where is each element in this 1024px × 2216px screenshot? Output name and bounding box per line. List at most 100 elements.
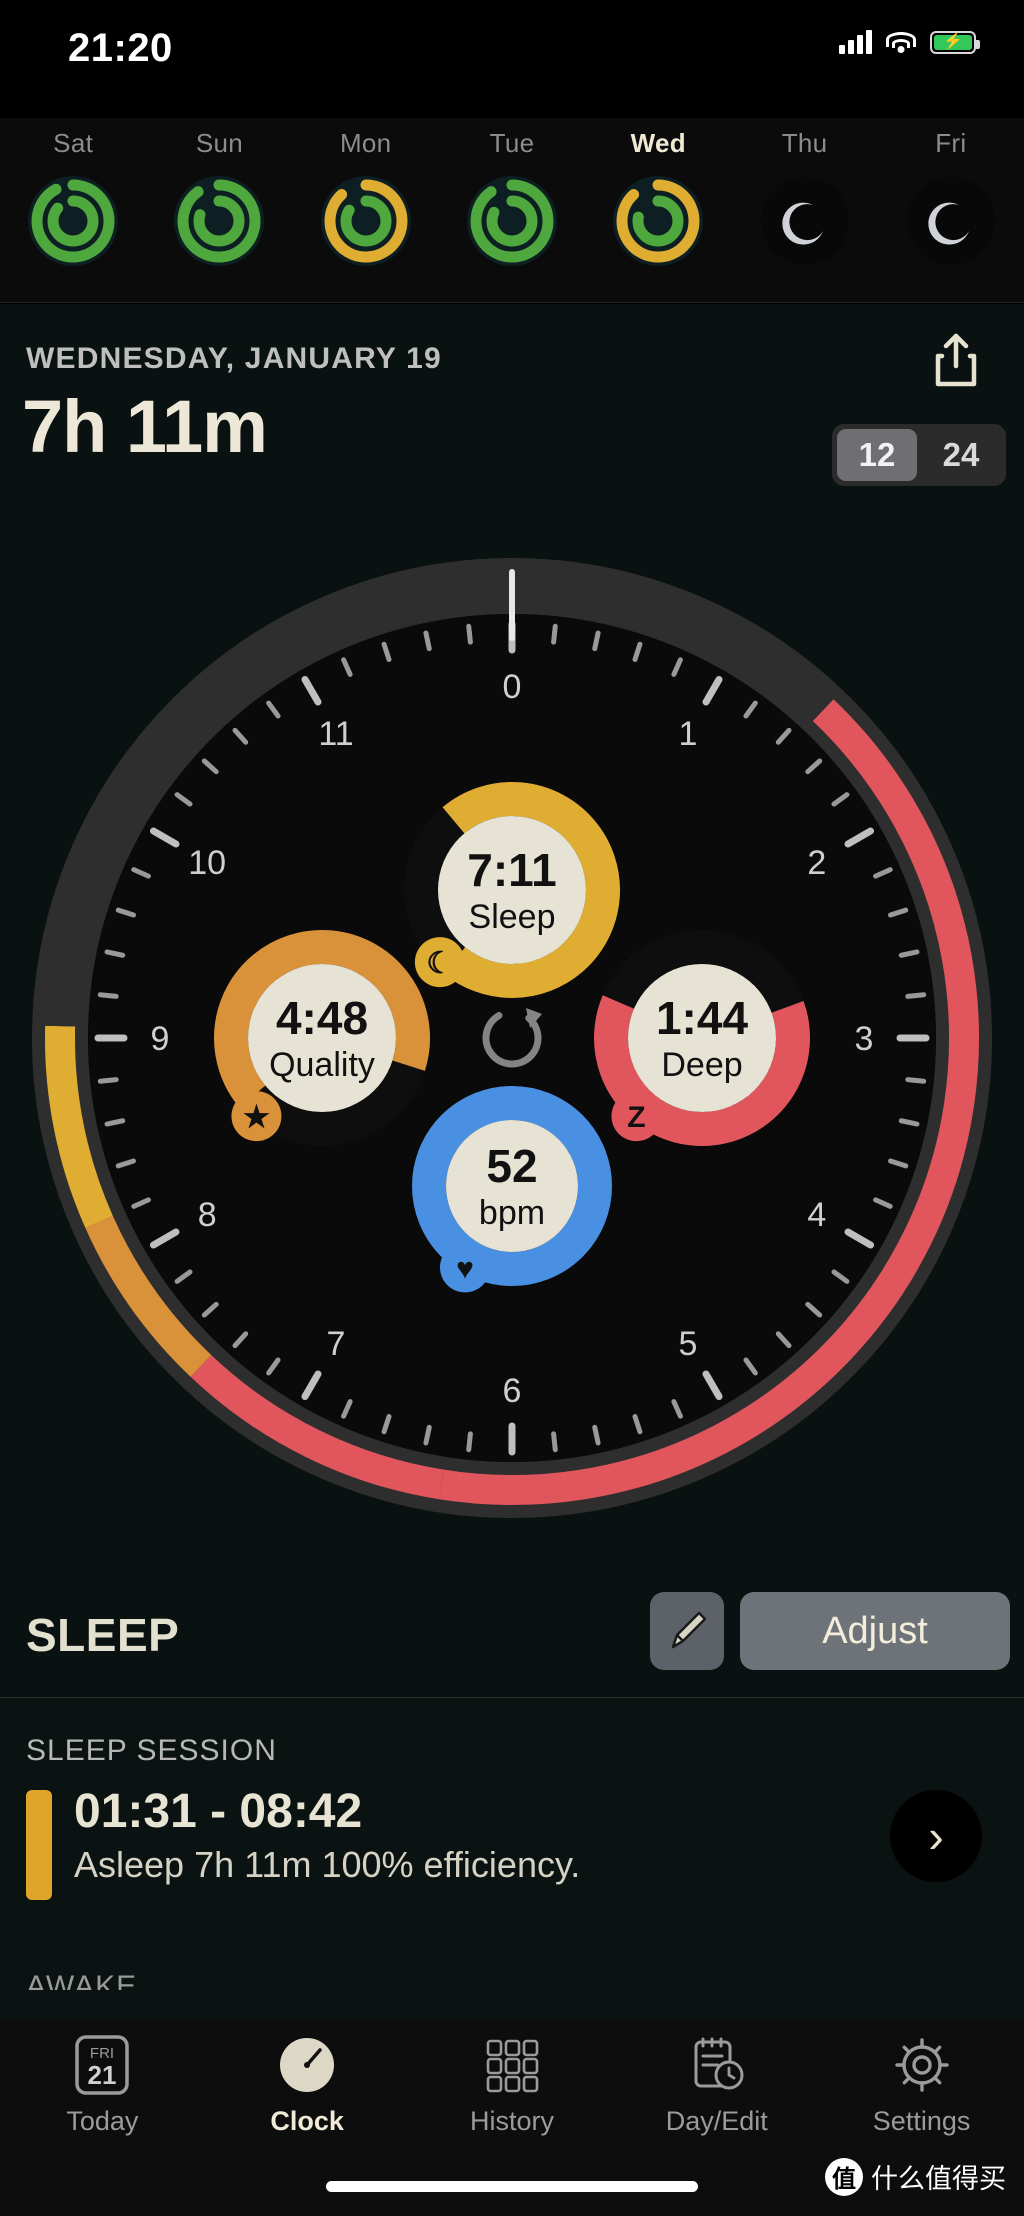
day-item-wed[interactable]: Wed (585, 118, 731, 267)
grid-icon (483, 2032, 541, 2098)
svg-text:6: 6 (503, 1372, 522, 1410)
day-moon-indicator (759, 175, 851, 267)
tab-clock[interactable]: Clock (205, 2032, 410, 2150)
page-date: WEDNESDAY, JANUARY 19 (26, 342, 442, 375)
day-item-fri[interactable]: Fri (878, 118, 1024, 267)
sleep-dial-section: 0 1 2 3 4 5 6 7 8 9 10 11 7:11 Sleep ☾ 4:48 Quality… (0, 508, 1024, 1568)
day-item-sat[interactable]: Sat (0, 118, 146, 267)
tab-label: Today (66, 2106, 139, 2136)
tab-label: Clock (270, 2106, 344, 2136)
day-label: Thu (781, 128, 828, 158)
svg-text:9: 9 (151, 1020, 170, 1058)
status-bar-time: 21:20 (68, 26, 173, 70)
pencil-icon[interactable] (650, 1592, 724, 1670)
tab-bar[interactable]: FRI 21 Today Clock History Day/Edit Settin… (0, 2020, 1024, 2216)
sleep-section-header: SLEEP Adjust (0, 1568, 1024, 1698)
svg-text:4: 4 (807, 1196, 826, 1234)
svg-text:11: 11 (318, 715, 353, 753)
sleep-clock-dial[interactable]: 0 1 2 3 4 5 6 7 8 9 10 11 7:11 Sleep ☾ 4:48 Quality… (10, 538, 1014, 1538)
hour-format-option-12[interactable]: 12 (837, 429, 917, 481)
tab-day-edit[interactable]: Day/Edit (614, 2032, 819, 2150)
day-activity-rings (27, 175, 119, 267)
day-label: Sat (53, 128, 94, 158)
svg-text:10: 10 (188, 844, 226, 882)
svg-text:Quality: Quality (269, 1046, 375, 1084)
day-activity-rings (320, 175, 412, 267)
date-header: WEDNESDAY, JANUARY 19 7h 11m 12 24 (0, 304, 1024, 508)
svg-text:52: 52 (486, 1140, 537, 1192)
day-item-sun[interactable]: Sun (146, 118, 292, 267)
watermark-badge: 值 (825, 2157, 863, 2196)
day-item-thu[interactable]: Thu (731, 118, 877, 267)
tab-label: Settings (872, 2106, 971, 2136)
svg-text:7:11: 7:11 (467, 844, 557, 896)
svg-text:Z: Z (627, 1101, 645, 1134)
status-bar-indicators: ⚡ (839, 30, 980, 54)
calendar-icon: FRI 21 (74, 2032, 130, 2098)
star-icon: ★ (231, 1091, 282, 1142)
hour-format-option-24[interactable]: 24 (921, 429, 1001, 481)
svg-text:2: 2 (807, 844, 826, 882)
sleep-section-title: SLEEP (26, 1609, 180, 1661)
tab-today[interactable]: FRI 21 Today (0, 2032, 205, 2150)
svg-text:4:48: 4:48 (276, 992, 368, 1044)
heart-icon: ♥ (440, 1242, 490, 1293)
svg-text:Sleep: Sleep (469, 898, 556, 936)
day-label: Wed (630, 128, 686, 158)
dial-bubble-heart-rate: 52 bpm (412, 1086, 612, 1286)
svg-text:bpm: bpm (479, 1194, 545, 1232)
tab-label: Day/Edit (665, 2106, 768, 2136)
session-list-heading: SLEEP SESSION (26, 1734, 277, 1767)
day-item-mon[interactable]: Mon (293, 118, 439, 267)
wifi-icon (886, 30, 916, 54)
gear-icon (893, 2032, 951, 2098)
svg-text:7: 7 (327, 1325, 346, 1363)
day-moon-indicator (905, 175, 997, 267)
sleep-session-list: SLEEP SESSION 01:31 - 08:42 Asleep 7h 11… (0, 1698, 1024, 2020)
tab-settings[interactable]: Settings (819, 2032, 1024, 2150)
svg-text:Deep: Deep (661, 1046, 742, 1084)
status-bar: 21:20 ⚡ (0, 0, 1024, 88)
day-activity-rings (466, 175, 558, 267)
cellular-signal-icon (839, 30, 872, 54)
svg-text:21: 21 (88, 2060, 117, 2090)
svg-text:8: 8 (198, 1196, 217, 1234)
adjust-button[interactable]: Adjust (740, 1592, 1010, 1670)
app-root: 21:20 ⚡ Sat Sun Mon Tue Wed Thu Fri WEDN… (0, 0, 1024, 2216)
week-strip[interactable]: Sat Sun Mon Tue Wed Thu Fri (0, 118, 1024, 303)
tab-label: History (469, 2106, 554, 2136)
day-label: Mon (339, 128, 392, 158)
svg-text:♥: ♥ (456, 1252, 474, 1285)
chevron-right-icon[interactable]: › (890, 1790, 982, 1882)
battery-charging-icon: ⚡ (930, 30, 980, 54)
day-activity-rings (612, 175, 704, 267)
share-icon[interactable] (930, 332, 982, 390)
svg-text:1: 1 (679, 715, 698, 753)
day-label: Tue (489, 128, 535, 158)
svg-text:☾: ☾ (426, 947, 453, 980)
clipboard-clock-icon (688, 2032, 746, 2098)
svg-text:1:44: 1:44 (656, 992, 748, 1044)
watermark-text: 什么值得买 (871, 2164, 1006, 2194)
tab-history[interactable]: History (410, 2032, 615, 2150)
svg-text:0: 0 (503, 668, 522, 706)
svg-text:3: 3 (855, 1020, 874, 1058)
list-item[interactable]: 01:31 - 08:42 Asleep 7h 11m 100% efficie… (0, 1784, 1024, 1904)
moon-icon: ☾ (414, 937, 465, 988)
session-detail: Asleep 7h 11m 100% efficiency. (74, 1844, 581, 1885)
day-activity-rings (173, 175, 265, 267)
clock-dial-icon (278, 2032, 336, 2098)
hour-format-toggle[interactable]: 12 24 (832, 424, 1006, 486)
session-time-range: 01:31 - 08:42 (74, 1785, 363, 1838)
svg-text:5: 5 (679, 1325, 698, 1363)
watermark: 值 什么值得买 (825, 2157, 1006, 2196)
home-indicator (326, 2181, 698, 2192)
day-label: Sun (195, 128, 243, 158)
next-section-heading: AWAKE (26, 1970, 138, 1990)
sleep-duration: 7h 11m (22, 385, 268, 468)
z-icon: Z (611, 1091, 662, 1142)
day-label: Fri (935, 128, 967, 158)
day-item-tue[interactable]: Tue (439, 118, 585, 267)
svg-text:★: ★ (243, 1101, 270, 1134)
session-color-bar (26, 1790, 52, 1900)
